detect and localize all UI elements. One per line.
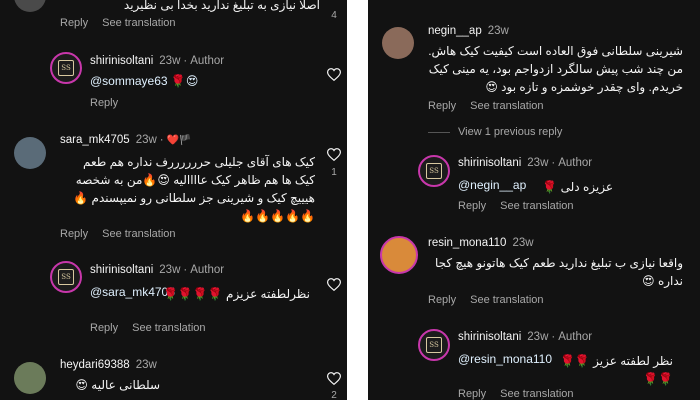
- mention-link[interactable]: @resin_mona110: [458, 352, 552, 366]
- see-translation-button[interactable]: See translation: [470, 100, 543, 112]
- comment-actions: Reply See translation: [428, 294, 558, 306]
- comment-text: عزیزه دلی 🌹: [542, 180, 613, 194]
- comment-actions: Reply See translation: [428, 100, 558, 112]
- reply-button[interactable]: Reply: [60, 17, 88, 29]
- brand-logo: SS: [58, 269, 74, 285]
- author-badge: Author: [558, 157, 593, 169]
- author-badge: Author: [190, 264, 225, 276]
- comment-header: heydari69388 23w: [60, 359, 157, 371]
- see-translation-button[interactable]: See translation: [102, 17, 175, 29]
- comments-panel-left: اصلا نیازی به تبلیغ ندارید بخدا بی نظیری…: [0, 0, 347, 400]
- reply-button[interactable]: Reply: [458, 200, 486, 212]
- heart-icon[interactable]: [327, 372, 341, 385]
- avatar-author[interactable]: SS: [418, 155, 450, 187]
- emoji-text: 🌹😍: [170, 74, 199, 88]
- timestamp: 23w: [135, 359, 157, 371]
- reply-button[interactable]: Reply: [428, 100, 456, 112]
- mention-link[interactable]: @sommaye63: [90, 74, 168, 88]
- heart-icon[interactable]: [327, 278, 341, 291]
- reply-button[interactable]: Reply: [428, 294, 456, 306]
- comment-text: شیرینی سلطانی فوق العاده است کیفیت کیک ه…: [428, 44, 683, 94]
- separator: ·: [551, 331, 556, 343]
- avatar-author[interactable]: SS: [50, 52, 82, 84]
- avatar[interactable]: [14, 137, 46, 169]
- separator: ·: [183, 55, 188, 67]
- comment-header: shirinisoltani 23w · Author: [90, 55, 224, 67]
- see-translation-button[interactable]: See translation: [500, 200, 573, 212]
- timestamp: 23w: [527, 331, 549, 343]
- reply-button[interactable]: Reply: [458, 388, 486, 400]
- avatar-author[interactable]: SS: [50, 261, 82, 293]
- avatar[interactable]: [14, 0, 46, 12]
- username[interactable]: sara_mk4705: [60, 134, 130, 146]
- comment-actions: Reply See translation: [60, 228, 190, 240]
- brand-logo: SS: [426, 163, 442, 179]
- heart-icon[interactable]: [327, 148, 341, 161]
- reply-button[interactable]: Reply: [90, 97, 118, 109]
- avatar[interactable]: [380, 236, 418, 274]
- username[interactable]: shirinisoltani: [458, 157, 521, 169]
- comment-header: shirinisoltani 23w · Author: [458, 157, 592, 169]
- reply-button[interactable]: Reply: [60, 228, 88, 240]
- comment-actions: Reply See translation: [60, 17, 190, 29]
- mention-link[interactable]: @negin__ap: [458, 178, 526, 192]
- brand-logo: SS: [58, 60, 74, 76]
- comment-text: کیک های آقای جلیلی حررررررف نداره هم طعم…: [73, 155, 315, 223]
- comment-text: @sommaye63 🌹😍: [90, 74, 198, 88]
- like-count: 2: [331, 390, 337, 400]
- see-translation-button[interactable]: See translation: [500, 388, 573, 400]
- timestamp: 23w: [487, 25, 509, 37]
- comment-text: اصلا نیازی به تبلیغ ندارید بخدا بی نظیری…: [123, 0, 320, 12]
- avatar-author[interactable]: SS: [418, 329, 450, 361]
- see-translation-button[interactable]: See translation: [470, 294, 543, 306]
- separator: ·: [551, 157, 556, 169]
- like-count: 1: [331, 167, 337, 178]
- brand-logo: SS: [426, 337, 442, 353]
- comment-header: shirinisoltani 23w · Author: [458, 331, 592, 343]
- username[interactable]: shirinisoltani: [90, 264, 153, 276]
- timestamp: 23w: [512, 237, 534, 249]
- reply-button[interactable]: Reply: [90, 322, 118, 334]
- username[interactable]: negin__ap: [428, 25, 482, 37]
- comment-actions: Reply See translation: [90, 322, 220, 334]
- avatar[interactable]: [14, 362, 46, 394]
- comment-header: shirinisoltani 23w · Author: [90, 264, 224, 276]
- heart-icon[interactable]: [327, 68, 341, 81]
- view-previous-replies-button[interactable]: View 1 previous reply: [428, 126, 562, 138]
- username[interactable]: resin_mona110: [428, 237, 506, 249]
- separator: ·: [183, 264, 188, 276]
- timestamp: 23w: [135, 134, 157, 146]
- username[interactable]: shirinisoltani: [90, 55, 153, 67]
- comment-actions: Reply: [90, 97, 132, 109]
- badge-emoji: ❤️🏴: [166, 135, 192, 146]
- username[interactable]: shirinisoltani: [458, 331, 521, 343]
- comment-header: negin__ap 23w: [428, 25, 509, 37]
- see-translation-button[interactable]: See translation: [102, 228, 175, 240]
- avatar[interactable]: [382, 27, 414, 59]
- author-badge: Author: [190, 55, 225, 67]
- see-translation-button[interactable]: See translation: [132, 322, 205, 334]
- like-count: 4: [331, 10, 337, 21]
- timestamp: 23w: [527, 157, 549, 169]
- timestamp: 23w: [159, 264, 181, 276]
- comment-actions: Reply See translation: [458, 388, 588, 400]
- username[interactable]: heydari69388: [60, 359, 130, 371]
- comment-actions: Reply See translation: [458, 200, 588, 212]
- comment-text: نظر لطفته عزیز 🌹🌹🌹🌹: [559, 354, 673, 386]
- comments-panel-right: negin__ap 23w شیرینی سلطانی فوق العاده اس…: [368, 0, 700, 400]
- timestamp: 23w: [159, 55, 181, 67]
- comment-text: سلطانی عالیه 😍: [75, 378, 160, 392]
- author-badge: Author: [558, 331, 593, 343]
- comment-header: resin_mona110 23w: [428, 237, 534, 249]
- comment-text: واقعا نیازی ب تبلیغ ندارید طعم کیک هاتون…: [434, 256, 683, 288]
- panel-divider: [347, 0, 368, 400]
- separator: ·: [159, 134, 164, 146]
- comment-header: sara_mk4705 23w · ❤️🏴: [60, 134, 192, 146]
- comment-text: نظرلطفته عزیزم 🌹🌹🌹🌹: [162, 287, 310, 301]
